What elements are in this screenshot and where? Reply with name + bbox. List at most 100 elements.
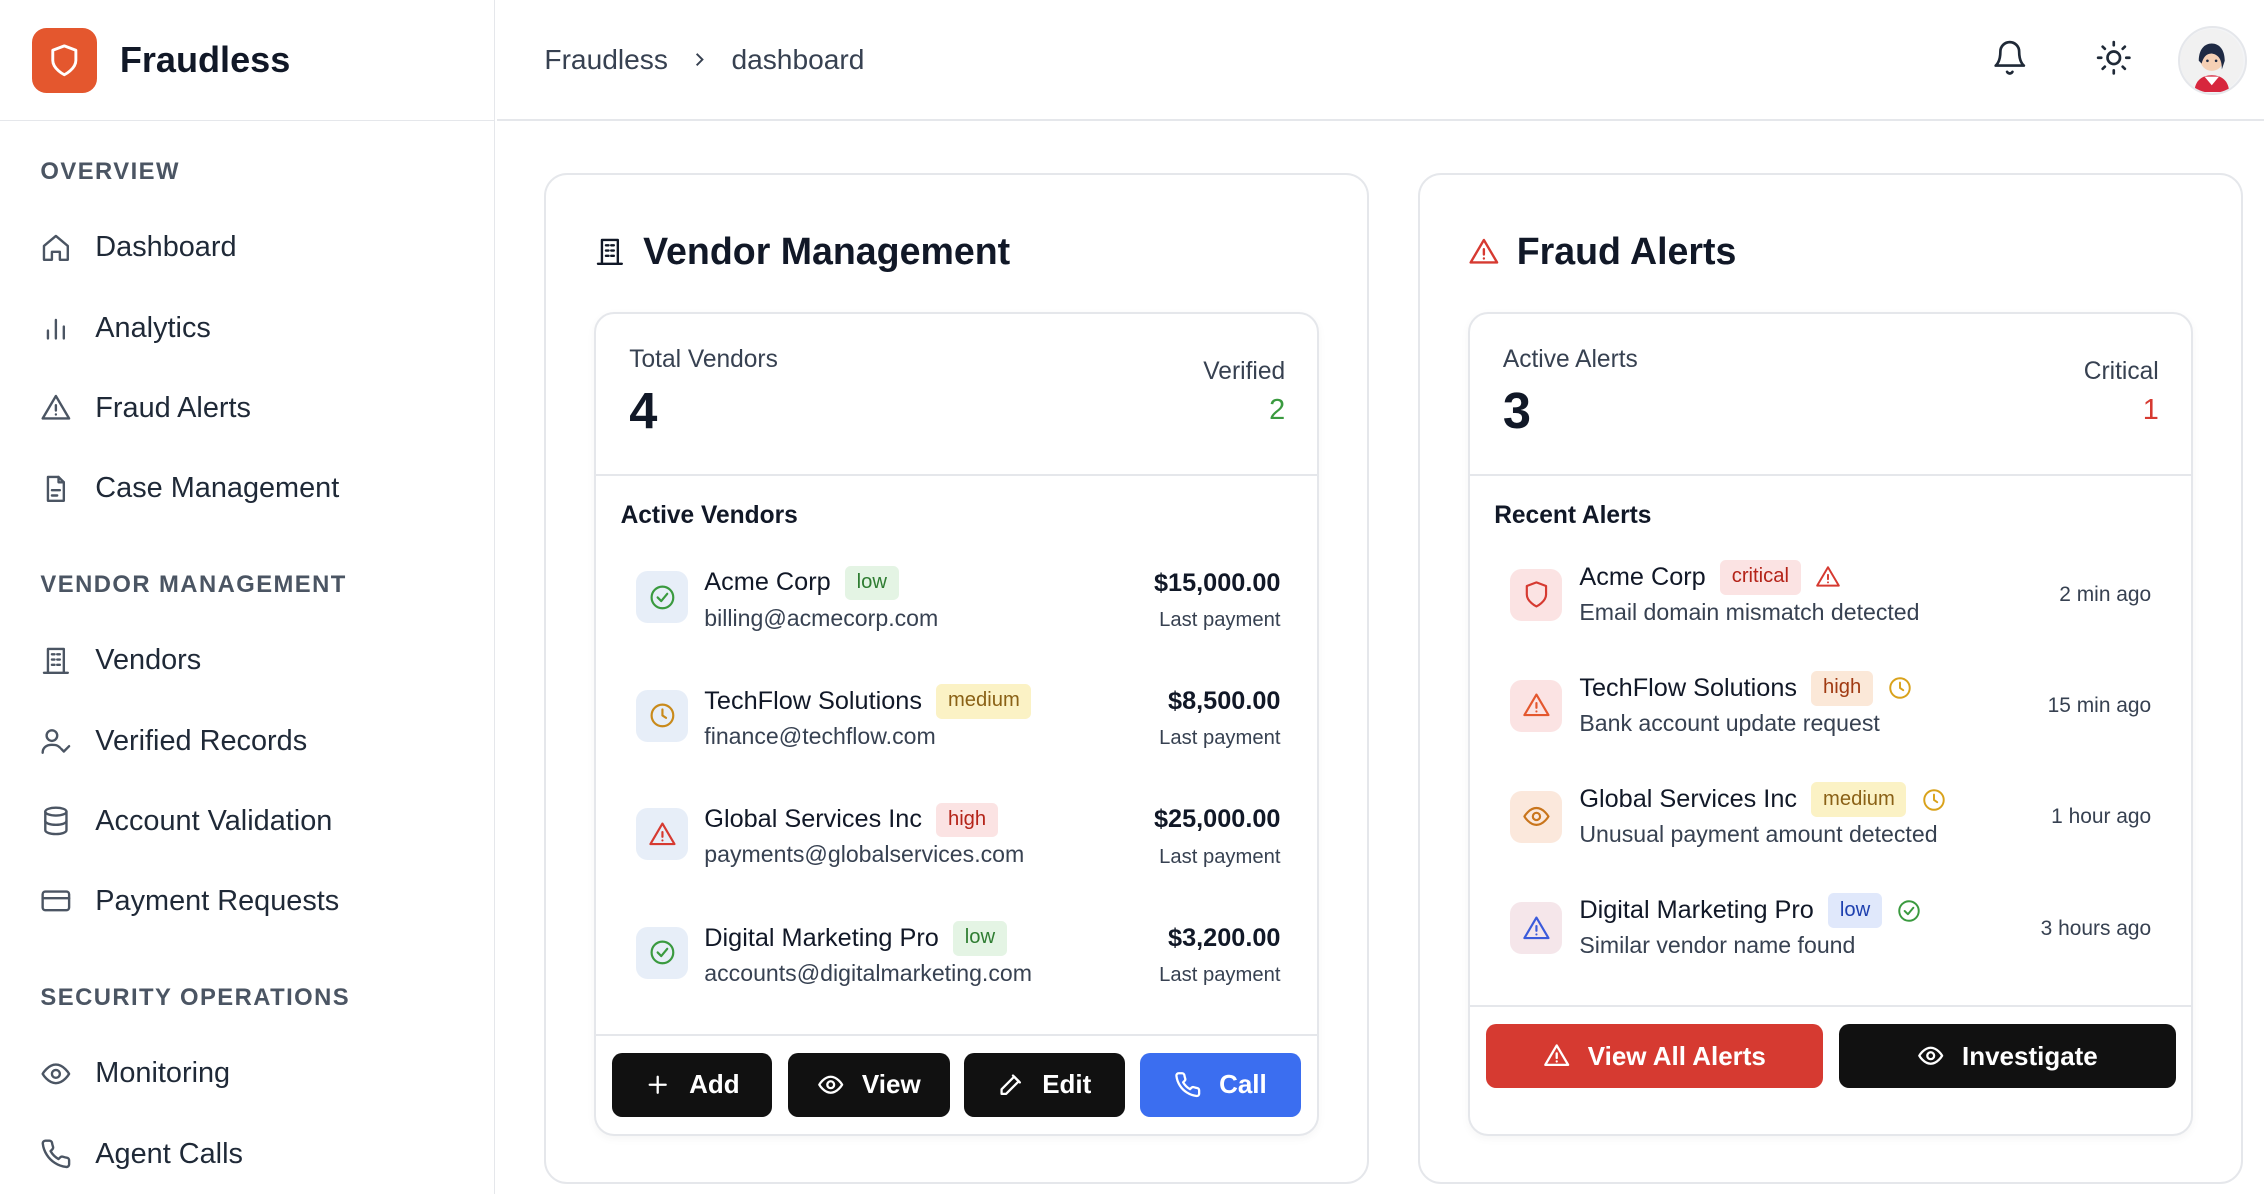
sidebar-item-monitoring[interactable]: Monitoring — [0, 1034, 494, 1114]
clock-icon — [636, 689, 689, 742]
critical-value: 1 — [2142, 393, 2159, 426]
vendor-management-title: Vendor Management — [594, 230, 1010, 273]
sidebar-item-label: Vendors — [95, 644, 202, 677]
sidebar-item-payment-requests[interactable]: Payment Requests — [0, 861, 494, 941]
shield-logo-icon — [31, 27, 97, 93]
notifications-button[interactable] — [1970, 20, 2051, 101]
sidebar-item-fraud-alerts[interactable]: Fraud Alerts — [0, 368, 494, 448]
sidebar-item-label: Case Management — [95, 471, 340, 504]
vendor-amount-label: Last payment — [1159, 964, 1281, 987]
alert-vendor: Acme Corp — [1579, 562, 1706, 591]
sidebar-nav: OVERVIEW Dashboard Analytics Fraud Alert… — [0, 121, 494, 1194]
vendor-email: payments@globalservices.com — [704, 841, 1025, 868]
clock-icon — [1887, 675, 1913, 701]
edit-button-label: Edit — [1042, 1069, 1092, 1100]
alert-description: Bank account update request — [1579, 710, 1880, 737]
vendor-amount: $8,500.00 — [1168, 686, 1281, 715]
severity-badge: high — [1811, 671, 1873, 706]
alert-vendor: TechFlow Solutions — [1579, 673, 1798, 702]
warning-triangle-icon — [40, 392, 72, 424]
sidebar-item-label: Monitoring — [95, 1057, 231, 1090]
severity-badge: medium — [1811, 782, 1907, 817]
shield-icon — [1510, 568, 1563, 621]
section-title-security-operations: SECURITY OPERATIONS — [40, 983, 351, 1011]
warning-triangle-icon — [1468, 236, 1500, 268]
vendor-email: billing@acmecorp.com — [704, 604, 939, 631]
edit-button[interactable]: Edit — [964, 1053, 1125, 1117]
building-icon — [594, 236, 626, 268]
theme-toggle-button[interactable] — [2074, 20, 2155, 101]
call-button[interactable]: Call — [1140, 1053, 1301, 1117]
breadcrumb-root[interactable]: Fraudless — [544, 44, 668, 76]
vendor-name: Global Services Inc — [704, 805, 922, 834]
active-vendors-title: Active Vendors — [620, 502, 798, 530]
alerts-panel: Active Alerts 3 Critical 1 Recent Alerts… — [1467, 312, 2193, 1136]
view-button-label: View — [861, 1069, 921, 1100]
sidebar-item-account-validation[interactable]: Account Validation — [0, 781, 494, 861]
vendor-amount-label: Last payment — [1159, 845, 1281, 868]
sidebar-item-vendors[interactable]: Vendors — [0, 621, 494, 701]
check-circle-icon — [636, 926, 689, 979]
verified-value: 2 — [1269, 393, 1286, 426]
vendor-email: finance@techflow.com — [704, 723, 936, 750]
vendor-row[interactable]: Global Services Inc high payments@globals… — [636, 794, 1280, 884]
view-all-alerts-label: View All Alerts — [1587, 1040, 1766, 1071]
sun-icon — [2095, 39, 2133, 83]
vendor-management-card: Vendor Management Total Vendors 4 Verifi… — [544, 173, 1369, 1185]
alert-row[interactable]: Digital Marketing Pro low Similar vendor … — [1510, 885, 2151, 975]
breadcrumb-current: dashboard — [731, 43, 865, 75]
alert-description: Similar vendor name found — [1579, 932, 1856, 959]
alert-row[interactable]: TechFlow Solutions high Bank account upda… — [1510, 662, 2151, 752]
alert-vendor: Global Services Inc — [1579, 785, 1798, 814]
warning-triangle-icon — [1544, 1044, 1570, 1067]
active-alerts-label: Active Alerts — [1502, 346, 1638, 374]
view-button[interactable]: View — [788, 1053, 950, 1117]
user-check-icon — [40, 725, 72, 757]
alert-row[interactable]: Acme Corp critical Email domain mismatch … — [1510, 551, 2151, 641]
top-header: Fraudless dashboard — [496, 0, 2264, 122]
sidebar-item-agent-calls[interactable]: Agent Calls — [0, 1114, 494, 1194]
vendor-row[interactable]: TechFlow Solutions medium finance@techflo… — [636, 675, 1280, 765]
brand[interactable]: Fraudless — [0, 0, 495, 122]
warning-triangle-icon — [1510, 902, 1563, 955]
vendor-name: TechFlow Solutions — [704, 686, 922, 715]
file-icon — [40, 473, 72, 505]
bell-icon — [1991, 39, 2029, 83]
vendor-row[interactable]: Digital Marketing Pro low accounts@digita… — [636, 912, 1280, 1002]
vendor-actions: Add View Edit Call — [596, 1033, 1317, 1134]
sidebar-item-analytics[interactable]: Analytics — [0, 288, 494, 368]
plus-icon — [648, 1075, 668, 1095]
sidebar-item-dashboard[interactable]: Dashboard — [0, 208, 494, 288]
sidebar-item-case-management[interactable]: Case Management — [0, 448, 494, 528]
user-avatar[interactable] — [2177, 25, 2247, 96]
vendor-amount-label: Last payment — [1159, 727, 1281, 750]
section-title-vendor-management: VENDOR MANAGEMENT — [40, 570, 347, 598]
alert-description: Email domain mismatch detected — [1579, 598, 1920, 625]
view-all-alerts-button[interactable]: View All Alerts — [1485, 1024, 1824, 1088]
app-name: Fraudless — [119, 39, 291, 81]
eye-icon — [818, 1075, 844, 1095]
risk-badge: high — [936, 802, 998, 838]
sidebar-item-verified-records[interactable]: Verified Records — [0, 701, 494, 781]
eye-icon — [1510, 790, 1563, 843]
eye-icon — [1918, 1046, 1944, 1066]
vendor-amount: $3,200.00 — [1168, 923, 1281, 952]
alert-row[interactable]: Global Services Inc medium Unusual paymen… — [1510, 774, 2151, 864]
check-circle-icon — [1896, 898, 1922, 924]
active-alerts-value: 3 — [1502, 381, 1531, 439]
investigate-label: Investigate — [1962, 1040, 2098, 1071]
severity-badge: critical — [1720, 559, 1801, 595]
clock-icon — [1921, 787, 1947, 813]
sidebar-item-label: Fraud Alerts — [95, 391, 251, 424]
alert-actions: View All Alerts Investigate — [1469, 1005, 2191, 1134]
sidebar-item-label: Payment Requests — [95, 884, 340, 917]
add-button[interactable]: Add — [611, 1053, 773, 1117]
call-button-label: Call — [1219, 1069, 1267, 1100]
risk-badge: low — [953, 920, 1007, 956]
investigate-button[interactable]: Investigate — [1839, 1024, 2176, 1088]
vendor-row[interactable]: Acme Corp low billing@acmecorp.com $15,00… — [636, 557, 1280, 647]
risk-badge: low — [845, 565, 899, 601]
vendor-stats: Total Vendors 4 Verified 2 — [596, 314, 1317, 477]
bar-chart-icon — [40, 312, 72, 344]
card-title-text: Fraud Alerts — [1516, 230, 1737, 273]
